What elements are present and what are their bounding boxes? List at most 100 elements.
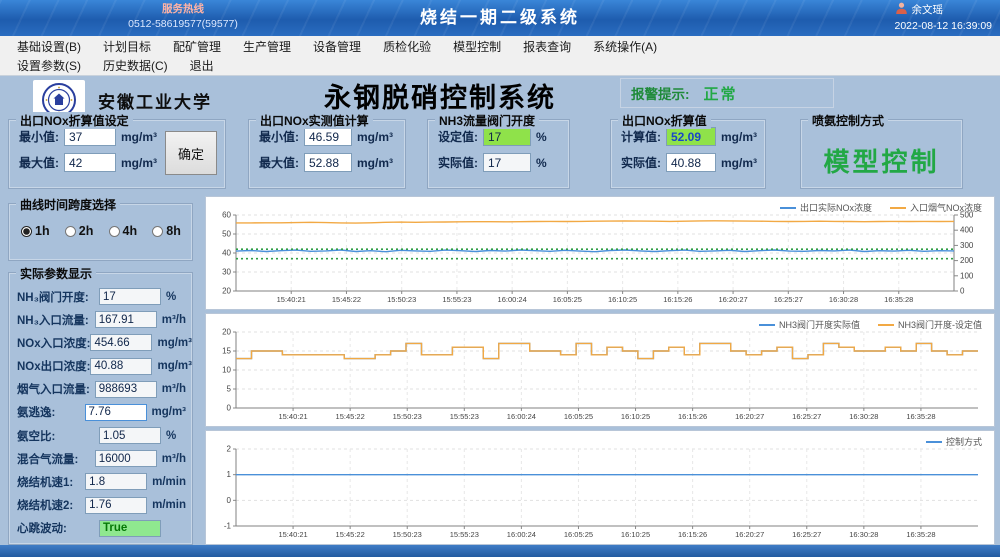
panel-control-mode: 喷氨控制方式 模型控制 [800, 119, 963, 189]
nox-measured-min [304, 127, 352, 146]
menu-item[interactable]: 生产管理 [232, 38, 302, 55]
parameter-unit: mg/m³ [152, 406, 187, 418]
nh3-valve-actual [483, 153, 531, 172]
svg-text:16:20:27: 16:20:27 [718, 295, 747, 304]
menu-item[interactable]: 模型控制 [442, 38, 512, 55]
parameter-row: NOx入口浓度:mg/m³ [17, 334, 186, 351]
nox-converted-calc [666, 127, 716, 146]
svg-text:16:10:25: 16:10:25 [621, 530, 650, 539]
parameter-value [95, 450, 157, 467]
parameter-value [85, 497, 147, 514]
unit-label: mg/m³ [357, 130, 393, 144]
submenu-item[interactable]: 历史数据(C) [92, 57, 179, 74]
chart-legend: 控制方式 [926, 435, 982, 448]
menu-item[interactable]: 配矿管理 [162, 38, 232, 55]
menu-item[interactable]: 基础设置(B) [6, 38, 92, 55]
alarm-status: 正常 [704, 83, 738, 104]
svg-text:0: 0 [960, 287, 965, 296]
timespan-option-8h[interactable]: 8h [152, 224, 192, 238]
svg-text:300: 300 [960, 241, 974, 250]
svg-text:16:10:25: 16:10:25 [608, 295, 637, 304]
svg-text:20: 20 [222, 287, 231, 296]
svg-text:400: 400 [960, 226, 974, 235]
parameter-row: 烧结机速1:m/min [17, 473, 186, 490]
svg-text:40: 40 [222, 249, 231, 258]
chart-legend: 出口实际NOx浓度 入口烟气NOx浓度 [780, 201, 982, 214]
radio-4h[interactable] [109, 226, 120, 237]
radio-2h[interactable] [65, 226, 76, 237]
parameter-unit: mg/m³ [157, 360, 192, 372]
svg-text:16:00:24: 16:00:24 [507, 412, 536, 421]
panel-title: 曲线时间跨度选择 [16, 196, 120, 213]
panel-parameters: 实际参数显示 NH₃阀门开度:%NH₃入口流量:m³/hNOx入口浓度:mg/m… [8, 272, 193, 545]
parameter-value [90, 358, 152, 375]
menu-item[interactable]: 系统操作(A) [582, 38, 668, 55]
timespan-option-2h[interactable]: 2h [65, 224, 105, 238]
svg-text:15:45:22: 15:45:22 [332, 295, 361, 304]
parameter-label: 烧结机速2: [17, 497, 85, 513]
panel-nox-setpoint: 出口NOx折算值设定 最小值: mg/m³ 最大值: mg/m³ 确定 [8, 119, 226, 189]
panel-timespan: 曲线时间跨度选择 1h2h4h8h [8, 203, 193, 261]
datetime: 2022-08-12 16:39:09 [895, 19, 993, 34]
legend-item: NH3阀门开度实际值 [759, 318, 860, 331]
svg-text:16:05:25: 16:05:25 [553, 295, 582, 304]
unit-label: mg/m³ [721, 130, 757, 144]
footer-bar [0, 545, 1000, 557]
svg-text:15:40:21: 15:40:21 [277, 295, 306, 304]
svg-text:16:00:24: 16:00:24 [507, 530, 536, 539]
menu-bar: 基础设置(B)计划目标配矿管理生产管理设备管理质检化验模型控制报表查询系统操作(… [0, 36, 1000, 56]
svg-text:15:45:22: 15:45:22 [336, 530, 365, 539]
radio-8h[interactable] [152, 226, 163, 237]
menu-item[interactable]: 设备管理 [302, 38, 372, 55]
parameter-value [85, 473, 147, 490]
menu-item[interactable]: 报表查询 [512, 38, 582, 55]
parameter-row: 氨空比:% [17, 427, 186, 444]
min-label: 最小值: [259, 128, 299, 145]
svg-text:10: 10 [222, 366, 231, 375]
nox-max-input[interactable] [64, 153, 116, 172]
svg-text:15: 15 [222, 347, 231, 356]
timespan-options: 1h 2h 4h 8h [21, 224, 192, 238]
university-name: 安徽工业大学 [98, 88, 212, 113]
svg-text:16:15:26: 16:15:26 [678, 412, 707, 421]
submenu-item[interactable]: 退出 [179, 57, 225, 74]
svg-text:16:35:28: 16:35:28 [906, 412, 935, 421]
radio-1h[interactable] [21, 226, 32, 237]
parameter-value [95, 381, 157, 398]
svg-text:16:25:27: 16:25:27 [792, 412, 821, 421]
chart-legend: NH3阀门开度实际值NH3阀门开度-设定值 [759, 318, 982, 331]
menu-item[interactable]: 质检化验 [372, 38, 442, 55]
panel-title: 出口NOx折算值 [618, 112, 711, 129]
parameter-unit: m³/h [162, 383, 186, 395]
timespan-option-1h[interactable]: 1h [21, 224, 61, 238]
parameter-row: NOx出口浓度:mg/m³ [17, 358, 186, 375]
confirm-button[interactable]: 确定 [165, 131, 217, 175]
parameter-label: 心跳波动: [17, 520, 99, 536]
svg-text:16:25:27: 16:25:27 [774, 295, 803, 304]
user-name: 余文瑶 [912, 3, 944, 18]
parameter-unit: m/min [152, 476, 186, 488]
nox-min-input[interactable] [64, 127, 116, 146]
legend-item: 入口烟气NOx浓度 [890, 201, 982, 214]
svg-text:16:15:26: 16:15:26 [678, 530, 707, 539]
submenu-item[interactable]: 设置参数(S) [6, 57, 92, 74]
panel-nox-measured: 出口NOx实测值计算 最小值: mg/m³ 最大值: mg/m³ [248, 119, 406, 189]
timespan-option-4h[interactable]: 4h [109, 224, 149, 238]
svg-text:-1: -1 [224, 522, 232, 531]
menu-item[interactable]: 计划目标 [92, 38, 162, 55]
svg-text:15:40:21: 15:40:21 [278, 412, 307, 421]
parameter-unit: m³/h [162, 314, 186, 326]
svg-text:30: 30 [222, 268, 231, 277]
parameter-value [85, 404, 147, 421]
svg-text:16:05:25: 16:05:25 [564, 412, 593, 421]
unit-label: mg/m³ [357, 156, 393, 170]
parameter-list: NH₃阀门开度:% NH₃入口流量: m³/h NOx入口浓度:mg/m³ NOx出口浓… [17, 285, 186, 540]
svg-text:15:50:23: 15:50:23 [387, 295, 416, 304]
parameter-label: NH₃入口流量: [17, 312, 95, 328]
legend-label: 出口实际NOx浓度 [800, 201, 872, 214]
radio-label: 4h [123, 224, 138, 238]
panel-title: 出口NOx实测值计算 [256, 112, 373, 129]
calc-label: 计算值: [621, 128, 661, 145]
legend-swatch [890, 207, 906, 209]
parameter-row: NH₃阀门开度:% [17, 288, 186, 305]
